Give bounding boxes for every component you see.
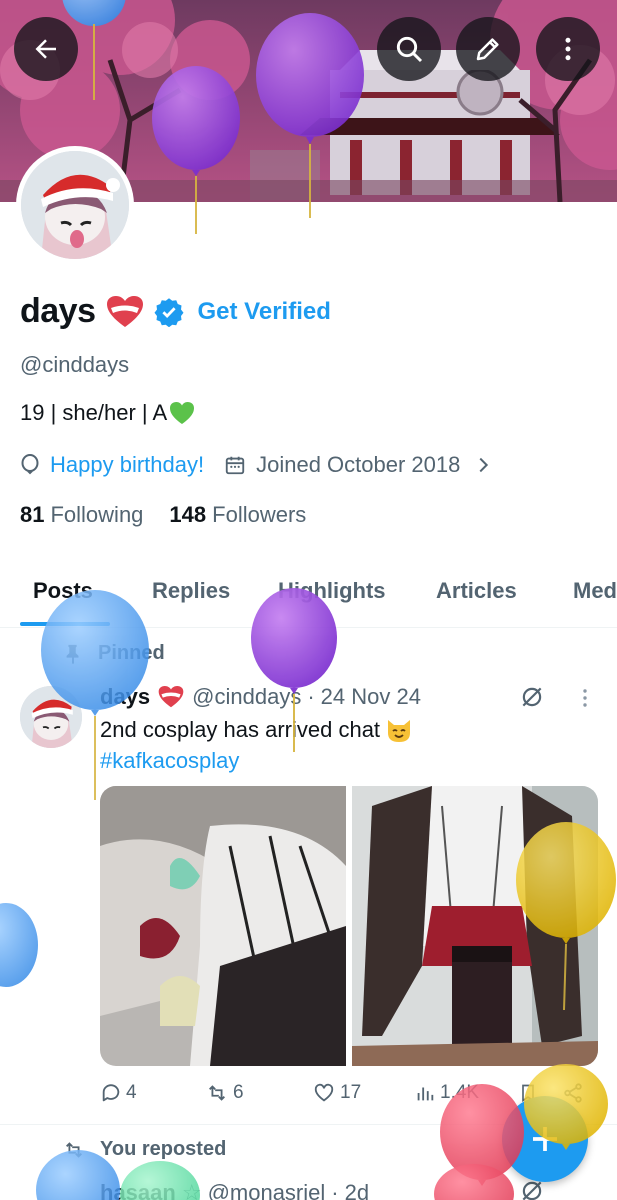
avatar-image	[21, 151, 129, 259]
display-name: days	[20, 292, 96, 330]
following-label: Following	[50, 502, 144, 527]
profile-tabs: Posts Replies Highlights Articles Media	[0, 560, 617, 628]
plus-icon	[533, 1127, 557, 1151]
grok-icon[interactable]	[519, 684, 545, 710]
tweet-date: 24 Nov 24	[320, 684, 421, 709]
edit-icon	[476, 38, 499, 61]
calendar-icon	[225, 456, 245, 475]
star-emoji-icon: ☆	[181, 1180, 202, 1200]
following-count: 81	[20, 502, 45, 527]
reply-count: 4	[126, 1082, 137, 1103]
followers-count: 148	[169, 502, 207, 527]
joined-date: Joined October 2018	[256, 452, 461, 477]
pinned-label: Pinned	[98, 642, 165, 664]
search-button[interactable]	[377, 17, 441, 81]
bio-text: 19 | she/her | A	[20, 400, 168, 425]
reply-button[interactable]: 4	[100, 1082, 137, 1104]
pinned-indicator: Pinned	[62, 642, 165, 665]
media-photo-1[interactable]	[100, 786, 346, 1066]
compose-button[interactable]	[502, 1096, 588, 1182]
photo-image	[100, 786, 346, 1066]
reply-icon	[102, 1084, 120, 1102]
photo-image	[352, 786, 598, 1066]
chevron-right-icon[interactable]	[472, 454, 494, 476]
tweet-body: 2nd cosplay has arrived chat	[100, 717, 381, 742]
follow-stats: 81 Following 148 Followers	[20, 502, 306, 528]
tweet-avatar-image	[20, 686, 82, 748]
get-verified-link[interactable]: Get Verified	[198, 298, 331, 326]
birthday-text[interactable]: Happy birthday!	[50, 452, 204, 478]
media-photo-2[interactable]	[352, 786, 598, 1066]
heart-emoji-icon	[106, 295, 143, 327]
tab-media[interactable]: Media	[573, 578, 617, 604]
tweet-header: days @cinddays · 24 Nov 24	[100, 684, 421, 710]
like-button[interactable]: 17	[312, 1082, 361, 1104]
repost-button[interactable]: 6	[205, 1082, 244, 1104]
profile-meta: Happy birthday! Joined October 2018	[20, 452, 494, 478]
tweet-date: 2d	[344, 1180, 370, 1200]
active-tab-indicator	[20, 622, 110, 626]
views-icon	[417, 1087, 434, 1101]
tweet-media[interactable]	[100, 786, 598, 1066]
repost-indicator: You reposted	[62, 1138, 226, 1161]
repost-icon	[66, 1141, 82, 1158]
tab-highlights[interactable]: Highlights	[278, 578, 386, 604]
tweet-author-avatar[interactable]	[20, 686, 82, 748]
followers-link[interactable]: 148 Followers	[169, 502, 306, 528]
repost-count: 6	[233, 1082, 244, 1103]
back-arrow-icon	[35, 39, 56, 59]
pin-icon	[66, 644, 79, 664]
profile-bio: 19 | she/her | A	[20, 400, 195, 426]
repost-icon	[209, 1085, 225, 1101]
verified-badge-icon	[154, 297, 183, 327]
tweet-author-handle: @monasriel	[207, 1180, 326, 1200]
tab-articles[interactable]: Articles	[436, 578, 517, 604]
balloon-icon	[0, 903, 38, 987]
profile-avatar[interactable]	[16, 146, 134, 264]
tweet-author-name[interactable]: hasaan	[100, 1180, 176, 1200]
balloon-icon	[434, 1164, 514, 1200]
heart-emoji-icon	[158, 686, 184, 708]
tweet-hashtag[interactable]: #kafkacosplay	[100, 745, 413, 776]
tab-replies[interactable]: Replies	[152, 578, 230, 604]
tweet-author-handle: @cinddays	[192, 684, 302, 709]
view-count: 1.4K	[440, 1082, 480, 1103]
name-row: days Get Verified	[20, 292, 331, 331]
back-button[interactable]	[14, 17, 78, 81]
edit-button[interactable]	[456, 17, 520, 81]
more-vertical-icon	[565, 37, 571, 61]
profile-handle: @cinddays	[20, 352, 130, 377]
repost-label: You reposted	[100, 1138, 227, 1160]
more-options-button[interactable]	[536, 17, 600, 81]
green-heart-emoji-icon	[170, 402, 195, 424]
cat-emoji-icon	[388, 719, 411, 742]
tweet-separator: ·	[307, 684, 315, 709]
tweet-separator: ·	[331, 1180, 339, 1200]
tweet-header: hasaan ☆ @monasriel · 2d	[100, 1180, 369, 1200]
like-icon	[314, 1083, 334, 1102]
tweet-text: 2nd cosplay has arrived chat #kafkacospl…	[100, 714, 413, 776]
tweet-author-name[interactable]: days	[100, 684, 150, 710]
following-link[interactable]: 81 Following	[20, 502, 143, 528]
balloon-icon	[21, 454, 39, 475]
followers-label: Followers	[212, 502, 307, 527]
tab-posts[interactable]: Posts	[33, 578, 93, 604]
more-vertical-icon[interactable]	[573, 686, 597, 710]
search-icon	[396, 36, 423, 63]
views-button[interactable]: 1.4K	[414, 1082, 479, 1104]
like-count: 17	[340, 1082, 362, 1103]
